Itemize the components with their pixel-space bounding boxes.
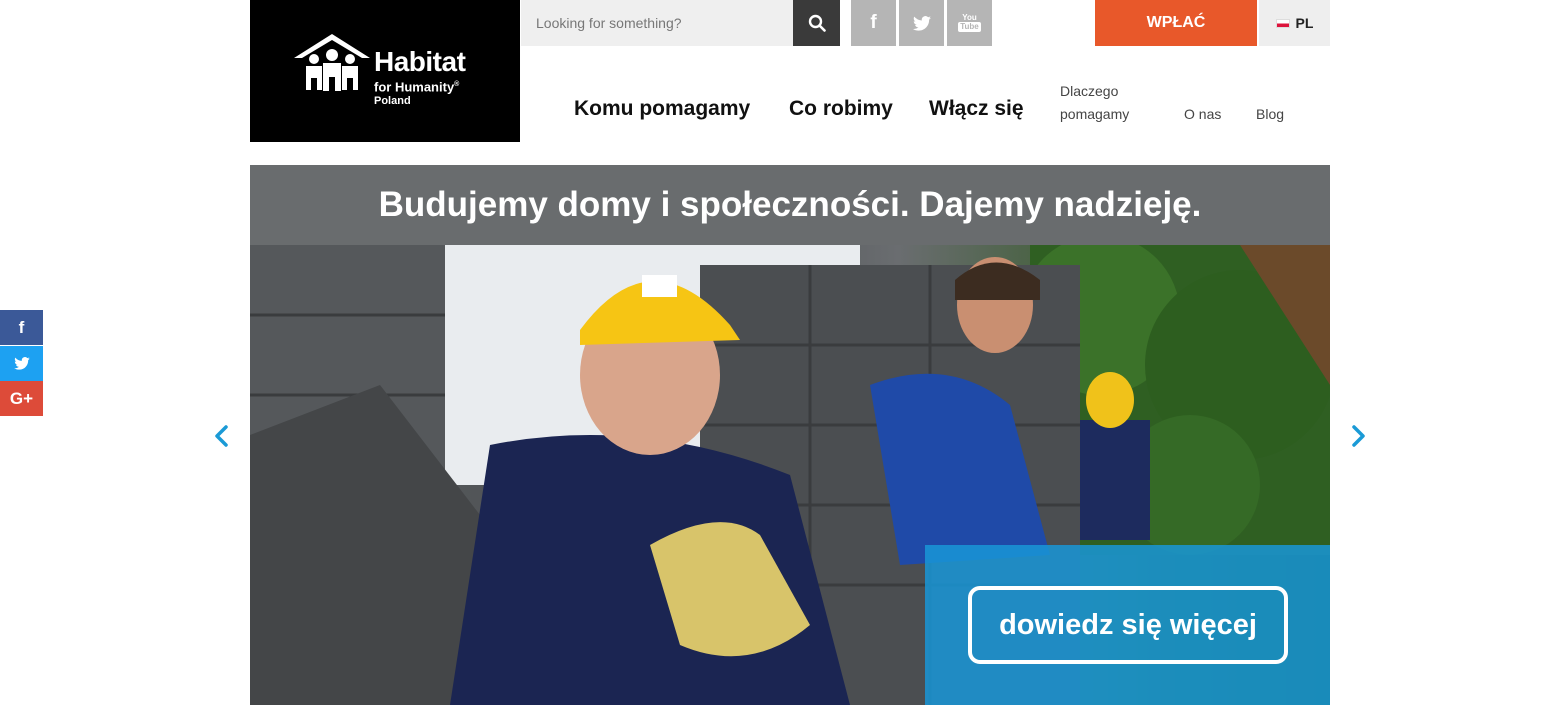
logo-country: Poland xyxy=(374,95,411,107)
hero-headline: Budujemy domy i społeczności. Dajemy nad… xyxy=(250,165,1330,245)
youtube-link[interactable]: You Tube xyxy=(947,0,992,46)
youtube-icon-bottom: Tube xyxy=(958,22,981,32)
google-plus-icon: G+ xyxy=(9,388,34,408)
twitter-icon xyxy=(13,357,30,370)
twitter-icon xyxy=(912,15,931,31)
registered-mark: ® xyxy=(454,81,460,88)
logo-subtitle: for Humanity® xyxy=(374,78,459,94)
facebook-icon: f xyxy=(870,12,877,33)
site-logo[interactable]: Habitat for Humanity® Poland xyxy=(250,0,520,142)
facebook-link[interactable]: f xyxy=(851,0,896,46)
language-label: PL xyxy=(1295,15,1314,31)
facebook-icon: f xyxy=(18,317,25,337)
chevron-left-icon[interactable] xyxy=(212,424,232,448)
logo-title: Habitat xyxy=(374,46,466,77)
nav-dlaczego-pomagamy[interactable]: Dlaczego pomagamy xyxy=(1060,80,1129,126)
share-twitter-button[interactable] xyxy=(0,346,43,381)
hero-slider: Budujemy domy i społeczności. Dajemy nad… xyxy=(250,165,1330,705)
learn-more-button[interactable]: dowiedz się więcej xyxy=(968,586,1288,664)
search-input[interactable] xyxy=(521,0,793,46)
language-switcher[interactable]: PL xyxy=(1259,0,1330,46)
chevron-right-icon[interactable] xyxy=(1348,424,1368,448)
nav-komu-pomagamy[interactable]: Komu pomagamy xyxy=(574,97,750,121)
nav-co-robimy[interactable]: Co robimy xyxy=(789,97,893,121)
nav-dlaczego-line1: Dlaczego xyxy=(1060,83,1119,99)
twitter-link[interactable] xyxy=(899,0,944,46)
habitat-logo-icon xyxy=(294,34,370,91)
share-google-plus-button[interactable]: G+ xyxy=(0,381,43,416)
nav-o-nas[interactable]: O nas xyxy=(1184,103,1221,126)
youtube-icon: You Tube xyxy=(958,14,981,32)
poland-flag-icon xyxy=(1275,18,1290,28)
search-icon xyxy=(808,14,826,32)
donate-button[interactable]: WPŁAĆ xyxy=(1095,0,1257,46)
page: Habitat for Humanity® Poland f You Tube … xyxy=(0,0,1552,713)
logo-subtitle-text: for Humanity xyxy=(374,79,455,95)
nav-blog[interactable]: Blog xyxy=(1256,103,1284,126)
nav-wlacz-sie[interactable]: Włącz się xyxy=(929,97,1024,121)
search-button[interactable] xyxy=(793,0,840,46)
share-facebook-button[interactable]: f xyxy=(0,310,43,345)
cta-panel: dowiedz się więcej xyxy=(925,545,1330,705)
youtube-icon-top: You xyxy=(962,13,977,22)
nav-dlaczego-line2: pomagamy xyxy=(1060,106,1130,122)
